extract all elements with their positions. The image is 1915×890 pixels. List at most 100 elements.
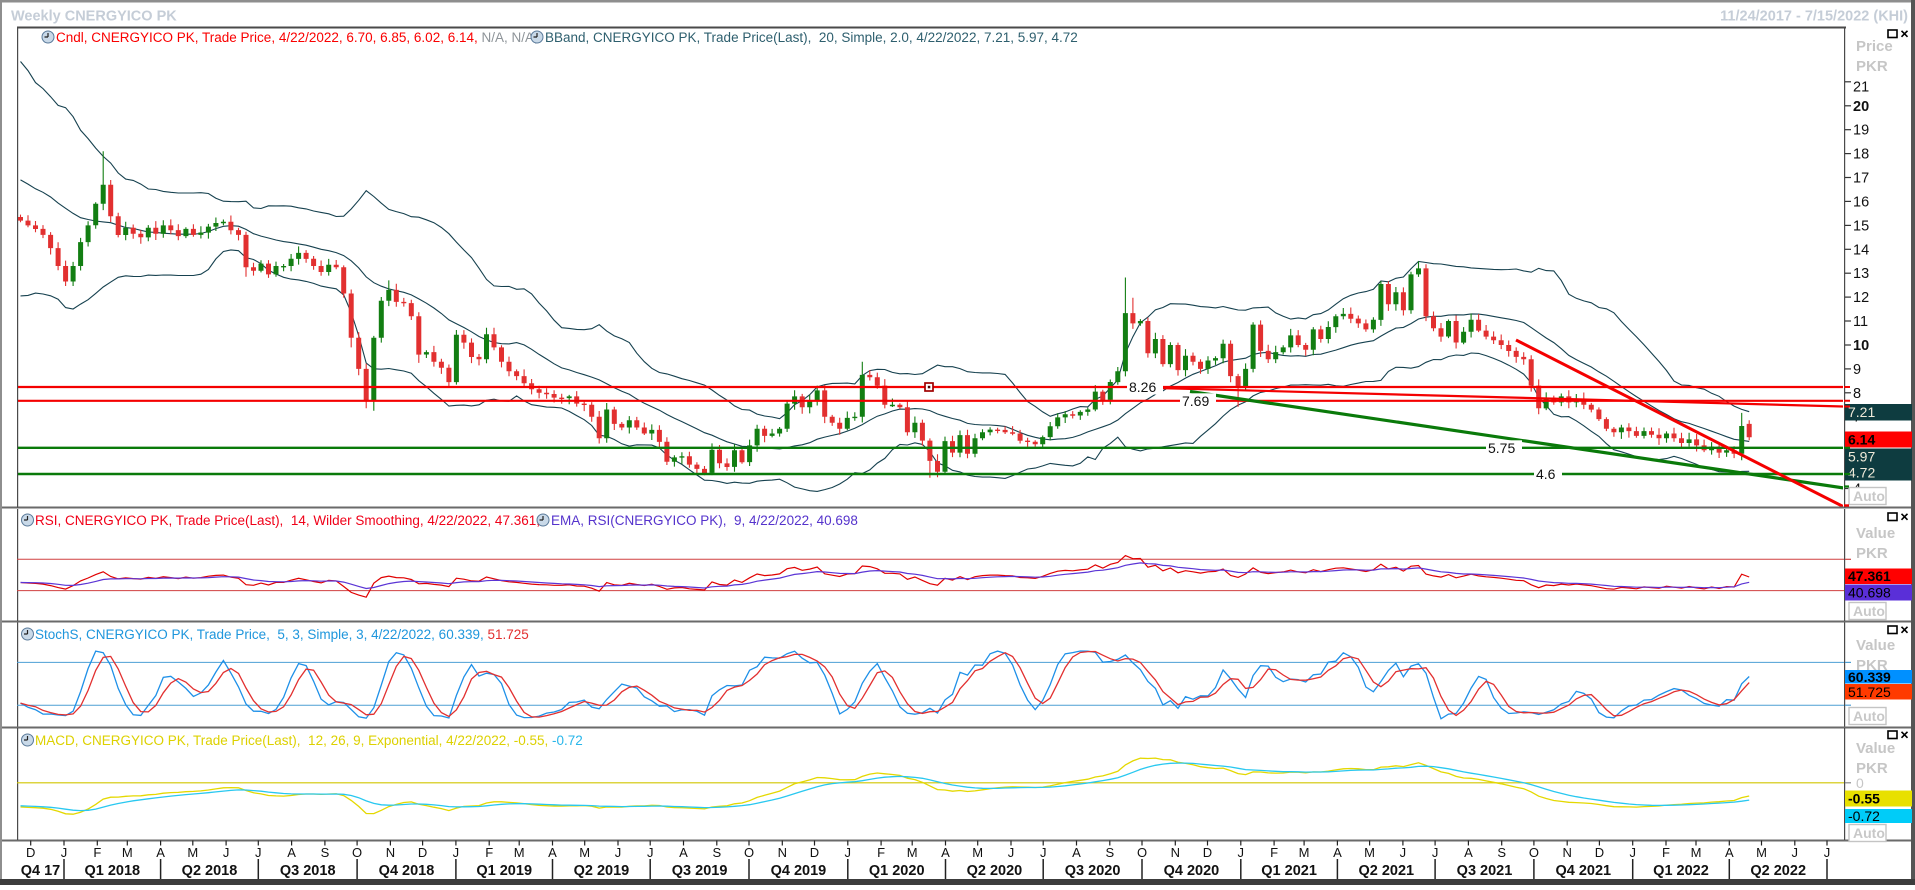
svg-text:15: 15 — [1853, 218, 1869, 234]
svg-text:11/24/2017 - 7/15/2022 (KHI): 11/24/2017 - 7/15/2022 (KHI) — [1720, 9, 1908, 25]
svg-text:5.75: 5.75 — [1488, 440, 1515, 456]
svg-text:20: 20 — [1853, 99, 1869, 115]
svg-text:J: J — [845, 845, 852, 860]
svg-text:13: 13 — [1853, 266, 1869, 282]
svg-text:-0.72: -0.72 — [1848, 808, 1880, 824]
svg-text:J: J — [1040, 845, 1047, 860]
svg-text:J: J — [1400, 845, 1407, 860]
svg-text:J: J — [255, 845, 262, 860]
svg-text:60.339: 60.339 — [1848, 669, 1891, 685]
svg-text:Price: Price — [1856, 38, 1893, 55]
svg-text:J: J — [647, 845, 654, 860]
svg-text:Q4 2020: Q4 2020 — [1164, 863, 1220, 879]
svg-text:Q3 2018: Q3 2018 — [280, 863, 336, 879]
svg-text:Q2 2020: Q2 2020 — [967, 863, 1023, 879]
svg-text:0: 0 — [1856, 775, 1864, 791]
svg-text:A: A — [287, 845, 296, 860]
svg-text:14: 14 — [1853, 242, 1869, 258]
svg-text:Value: Value — [1856, 637, 1895, 654]
svg-text:S: S — [712, 845, 721, 860]
svg-text:A: A — [679, 845, 688, 860]
svg-text:Q4 2019: Q4 2019 — [771, 863, 827, 879]
svg-text:40.698: 40.698 — [1848, 585, 1891, 601]
svg-text:F: F — [485, 845, 493, 860]
svg-text:F: F — [1270, 845, 1278, 860]
svg-text:S: S — [321, 845, 330, 860]
svg-text:J: J — [1008, 845, 1015, 860]
svg-text:M: M — [1364, 845, 1375, 860]
svg-text:N: N — [778, 845, 787, 860]
svg-text:O: O — [744, 845, 754, 860]
svg-text:Q4 17: Q4 17 — [21, 863, 61, 879]
svg-text:Value: Value — [1856, 740, 1895, 757]
svg-text:J: J — [61, 845, 68, 860]
svg-text:J: J — [1238, 845, 1245, 860]
svg-text:18: 18 — [1853, 147, 1869, 163]
svg-text:7.21: 7.21 — [1848, 404, 1875, 420]
svg-text:J: J — [1792, 845, 1799, 860]
svg-text:A: A — [1072, 845, 1081, 860]
svg-text:A: A — [1464, 845, 1473, 860]
svg-text:RSI, CNERGYICO PK, Trade Price: RSI, CNERGYICO PK, Trade Price(Last), 14… — [35, 513, 544, 528]
svg-text:47.361: 47.361 — [1848, 568, 1891, 584]
svg-text:Q1 2022: Q1 2022 — [1653, 863, 1709, 879]
svg-text:Cndl, CNERGYICO PK, Trade Pric: Cndl, CNERGYICO PK, Trade Price, 4/22/20… — [56, 30, 538, 45]
svg-text:M: M — [122, 845, 133, 860]
svg-text:Q2 2022: Q2 2022 — [1750, 863, 1806, 879]
svg-text:J: J — [1432, 845, 1439, 860]
svg-text:J: J — [1824, 845, 1831, 860]
svg-text:4.72: 4.72 — [1848, 465, 1875, 481]
svg-text:J: J — [453, 845, 460, 860]
svg-text:N: N — [1563, 845, 1572, 860]
svg-text:19: 19 — [1853, 123, 1869, 139]
svg-text:-0.55: -0.55 — [1848, 791, 1880, 807]
svg-text:J: J — [615, 845, 622, 860]
svg-text:Q2 2018: Q2 2018 — [182, 863, 238, 879]
svg-text:M: M — [907, 845, 918, 860]
svg-text:D: D — [418, 845, 427, 860]
svg-text:Q4 2021: Q4 2021 — [1555, 863, 1611, 879]
svg-text:Value: Value — [1856, 525, 1895, 542]
svg-text:M: M — [972, 845, 983, 860]
svg-text:A: A — [156, 845, 165, 860]
svg-text:MACD, CNERGYICO PK, Trade Pric: MACD, CNERGYICO PK, Trade Price(Last), 1… — [35, 733, 583, 748]
svg-text:Weekly CNERGYICO PK: Weekly CNERGYICO PK — [11, 9, 177, 25]
svg-text:O: O — [352, 845, 362, 860]
svg-text:4.6: 4.6 — [1536, 466, 1556, 482]
svg-text:S: S — [1105, 845, 1114, 860]
svg-text:17: 17 — [1853, 171, 1869, 187]
svg-text:O: O — [1529, 845, 1539, 860]
svg-text:Q1 2019: Q1 2019 — [476, 863, 532, 879]
svg-text:12: 12 — [1853, 290, 1869, 306]
svg-text:M: M — [514, 845, 525, 860]
svg-text:M: M — [1691, 845, 1702, 860]
svg-text:PKR: PKR — [1856, 58, 1888, 75]
svg-text:A: A — [1725, 845, 1734, 860]
svg-text:Q1 2020: Q1 2020 — [869, 863, 925, 879]
svg-text:Q1 2018: Q1 2018 — [84, 863, 140, 879]
svg-text:Auto: Auto — [1853, 708, 1885, 724]
svg-text:D: D — [810, 845, 819, 860]
svg-text:6.14: 6.14 — [1848, 432, 1875, 448]
svg-text:Q2 2021: Q2 2021 — [1358, 863, 1414, 879]
svg-text:Q3 2019: Q3 2019 — [672, 863, 728, 879]
svg-text:M: M — [1756, 845, 1767, 860]
svg-text:N: N — [386, 845, 395, 860]
svg-text:F: F — [877, 845, 885, 860]
svg-text:M: M — [579, 845, 590, 860]
svg-text:7.69: 7.69 — [1182, 393, 1209, 409]
svg-text:8.26: 8.26 — [1129, 379, 1156, 395]
svg-text:M: M — [187, 845, 198, 860]
svg-text:Auto: Auto — [1853, 825, 1885, 841]
svg-text:J: J — [1629, 845, 1636, 860]
svg-text:A: A — [941, 845, 950, 860]
svg-text:F: F — [1662, 845, 1670, 860]
svg-text:Auto: Auto — [1853, 603, 1885, 619]
svg-text:Q1 2021: Q1 2021 — [1261, 863, 1317, 879]
svg-text:D: D — [1595, 845, 1604, 860]
svg-text:StochS, CNERGYICO PK, Trade Pr: StochS, CNERGYICO PK, Trade Price, 5, 3,… — [35, 627, 529, 642]
svg-text:Q4 2018: Q4 2018 — [379, 863, 435, 879]
svg-text:A: A — [1333, 845, 1342, 860]
svg-text:F: F — [93, 845, 101, 860]
svg-text:D: D — [1203, 845, 1212, 860]
